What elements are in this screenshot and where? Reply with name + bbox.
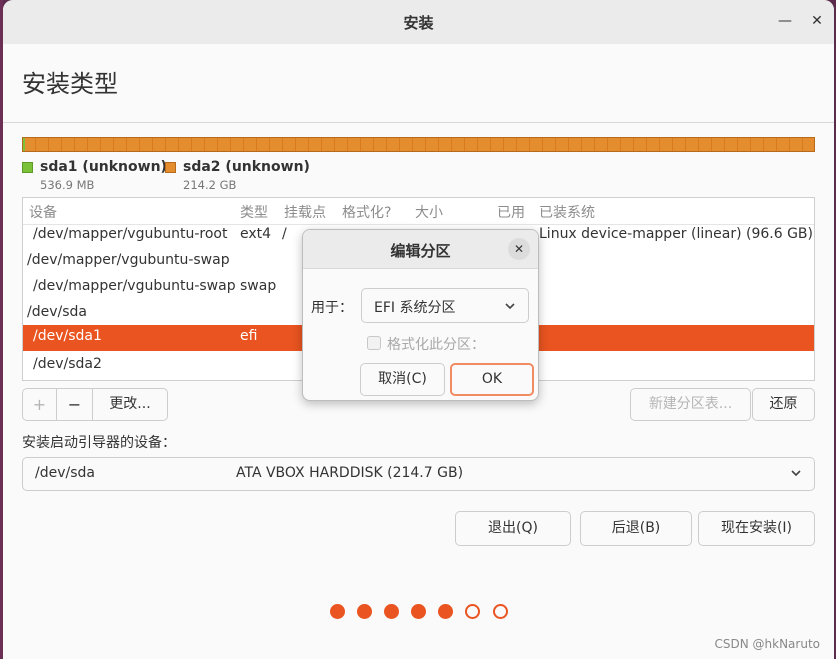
edit-partition-dialog: 编辑分区 ✕ 用于： EFI 系统分区 格式化此分区： 取消(C) OK bbox=[302, 229, 539, 401]
column-header-device[interactable]: 设备 bbox=[29, 202, 57, 222]
progress-dot bbox=[411, 604, 426, 619]
bootloader-description: ATA VBOX HARDDISK (214.7 GB) bbox=[236, 465, 464, 481]
legend-name: sda1 (unknown) bbox=[40, 159, 167, 175]
cell-device: /dev/mapper/vgubuntu-swap bbox=[27, 252, 230, 268]
legend-swatch bbox=[22, 162, 33, 173]
format-checkbox-label: 格式化此分区： bbox=[387, 337, 485, 353]
use-as-select[interactable]: EFI 系统分区 bbox=[361, 288, 529, 323]
legend-size: 536.9 MB bbox=[40, 178, 95, 192]
dialog-close-button[interactable]: ✕ bbox=[508, 238, 530, 260]
bootloader-device: /dev/sda bbox=[35, 465, 95, 481]
legend-size: 214.2 GB bbox=[183, 178, 237, 192]
use-as-label: 用于： bbox=[311, 300, 353, 316]
cell-device: /dev/mapper/vgubuntu-root bbox=[33, 226, 228, 242]
change-partition-button[interactable]: 更改... bbox=[93, 389, 167, 420]
progress-dot bbox=[330, 604, 345, 619]
column-header-format[interactable]: 格式化? bbox=[342, 202, 391, 222]
dialog-title: 编辑分区 bbox=[390, 242, 451, 260]
bootloader-label: 安装启动引导器的设备： bbox=[22, 435, 176, 451]
quit-button[interactable]: 退出(Q) bbox=[455, 511, 571, 546]
cell-type: swap bbox=[240, 278, 277, 294]
window-titlebar: 安装 — ✕ bbox=[3, 0, 834, 44]
revert-button[interactable]: 还原 bbox=[752, 388, 815, 421]
bootloader-device-select[interactable]: /dev/sda ATA VBOX HARDDISK (214.7 GB) bbox=[22, 457, 815, 491]
format-checkbox[interactable] bbox=[367, 336, 381, 350]
window-title: 安装 bbox=[403, 14, 434, 32]
cell-mount: / bbox=[282, 226, 287, 242]
partition-bar-sda1-segment bbox=[23, 138, 25, 151]
progress-dot bbox=[357, 604, 372, 619]
table-header: 设备 类型 挂载点 格式化? 大小 已用 已装系统 bbox=[23, 198, 814, 225]
cell-device: /dev/mapper/vgubuntu-swap bbox=[33, 278, 236, 294]
header-divider bbox=[3, 122, 834, 123]
page-title: 安装类型 bbox=[22, 70, 118, 98]
legend-name: sda2 (unknown) bbox=[183, 159, 310, 175]
dialog-titlebar: 编辑分区 ✕ bbox=[303, 230, 538, 269]
use-as-value: EFI 系统分区 bbox=[374, 300, 456, 316]
cancel-button[interactable]: 取消(C) bbox=[360, 363, 445, 396]
cell-type: ext4 bbox=[240, 226, 272, 242]
cell-type: efi bbox=[240, 328, 258, 344]
ok-button[interactable]: OK bbox=[450, 363, 534, 396]
remove-partition-button[interactable]: − bbox=[57, 389, 93, 420]
cell-device: /dev/sda bbox=[27, 304, 87, 320]
partition-tools: + − 更改... bbox=[22, 388, 168, 421]
chevron-down-icon bbox=[505, 303, 515, 310]
cell-device: /dev/sda2 bbox=[33, 356, 102, 372]
close-button[interactable]: ✕ bbox=[806, 10, 828, 32]
add-partition-button[interactable]: + bbox=[23, 389, 57, 420]
progress-dot bbox=[493, 604, 508, 619]
cell-system: Linux device-mapper (linear) (96.6 GB) bbox=[539, 226, 813, 242]
column-header-type[interactable]: 类型 bbox=[240, 202, 268, 222]
partition-bar bbox=[22, 137, 815, 152]
progress-dot bbox=[438, 604, 453, 619]
minimize-button[interactable]: — bbox=[774, 10, 796, 32]
progress-dot bbox=[384, 604, 399, 619]
new-partition-table-button[interactable]: 新建分区表... bbox=[630, 388, 751, 421]
legend-swatch bbox=[165, 162, 176, 173]
column-header-size[interactable]: 大小 bbox=[415, 202, 443, 222]
install-now-button[interactable]: 现在安装(I) bbox=[698, 511, 815, 546]
column-header-system[interactable]: 已装系统 bbox=[539, 202, 595, 222]
watermark: CSDN @hkNaruto bbox=[714, 637, 821, 651]
progress-dot bbox=[465, 604, 480, 619]
column-header-mount[interactable]: 挂载点 bbox=[284, 202, 326, 222]
back-button[interactable]: 后退(B) bbox=[580, 511, 692, 546]
column-header-used[interactable]: 已用 bbox=[497, 202, 525, 222]
chevron-down-icon bbox=[791, 470, 801, 477]
cell-device: /dev/sda1 bbox=[33, 328, 102, 344]
